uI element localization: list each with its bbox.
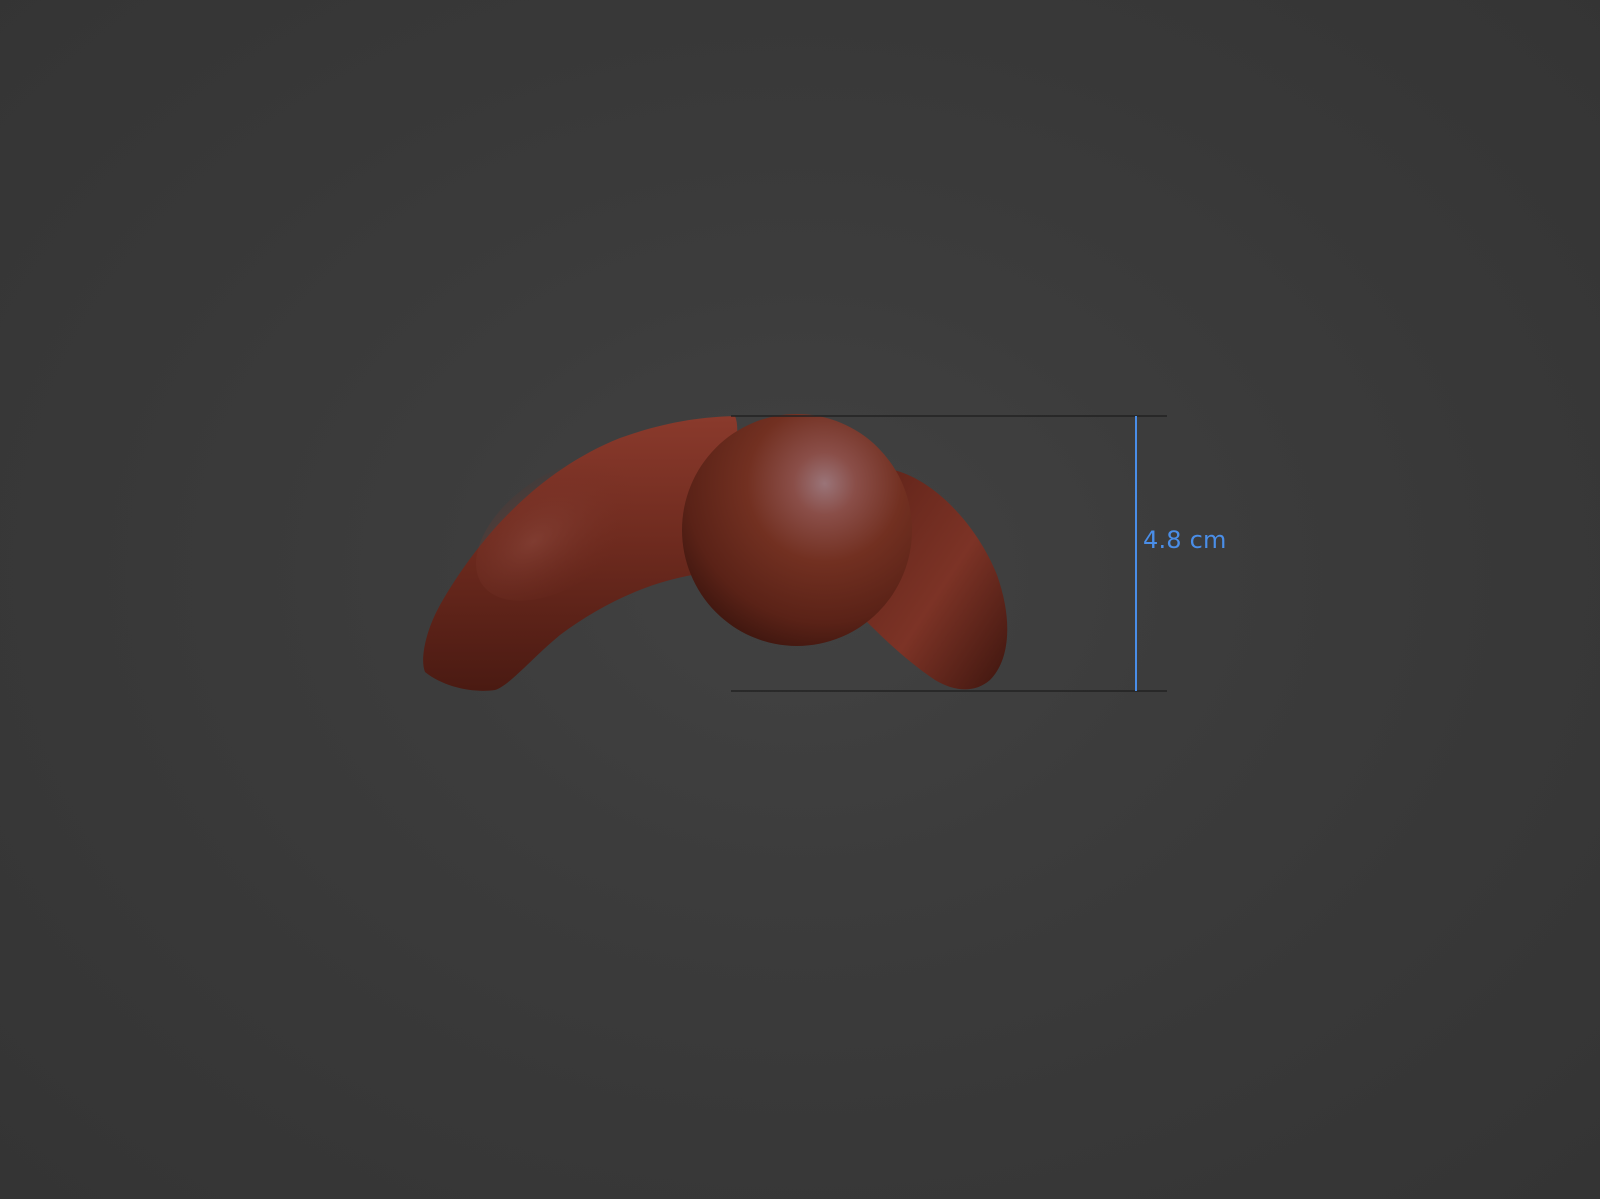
scene-canvas [423, 414, 1167, 692]
dimension-label: 4.8 cm [1143, 526, 1227, 554]
model-center-ball[interactable] [682, 414, 912, 646]
3d-viewport[interactable]: 4.8 cm [0, 0, 1600, 1199]
